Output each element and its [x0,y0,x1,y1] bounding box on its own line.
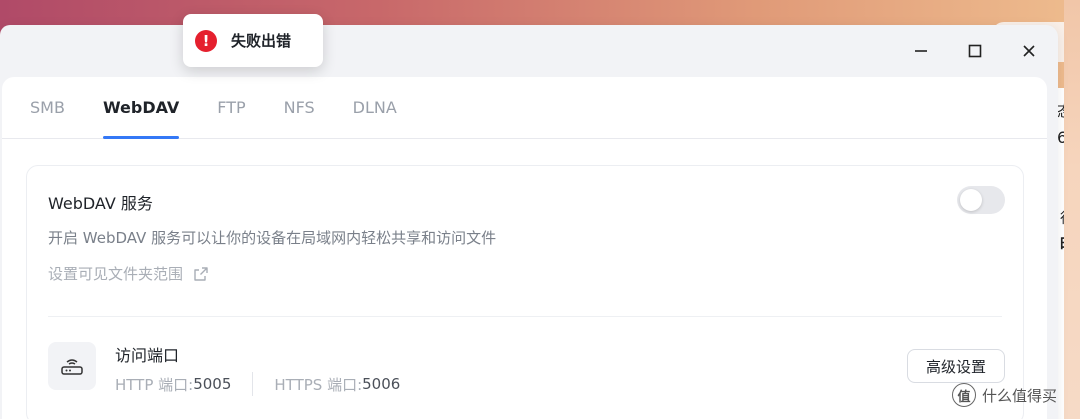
maximize-icon [968,44,982,58]
tab-webdav[interactable]: WebDAV [102,77,180,139]
port-title: 访问端口 [115,346,180,365]
https-port-label: HTTPS 端口: [274,375,363,394]
error-toast: ! 失败出错 [183,14,323,67]
service-toggle[interactable] [957,186,1005,214]
port-separator [252,372,254,396]
https-port-value: 5006 [362,375,401,393]
tab-dlna[interactable]: DLNA [353,77,397,138]
file-service-window: SMB WebDAV FTP NFS DLNA WebDAV 服务 开启 Web… [0,25,1058,419]
webdav-service-card: WebDAV 服务 开启 WebDAV 服务可以让你的设备在局域网内轻松共享和访… [26,165,1024,419]
folder-scope-label: 设置可见文件夹范围 [48,265,184,283]
http-port-label: HTTP 端口: [115,375,194,394]
maximize-button[interactable] [960,39,990,63]
protocol-tabs: SMB WebDAV FTP NFS DLNA [2,77,1047,139]
close-button[interactable] [1014,39,1044,63]
tab-nfs[interactable]: NFS [284,77,315,138]
watermark: 值 什么值得买 [952,383,1057,407]
error-icon: ! [195,29,217,52]
port-info: HTTP 端口: 5005 HTTPS 端口: 5006 [115,372,400,396]
tab-ftp[interactable]: FTP [217,77,245,138]
advanced-settings-button[interactable]: 高级设置 [907,349,1005,383]
folder-scope-link[interactable]: 设置可见文件夹范围 [48,263,209,284]
service-title: WebDAV 服务 [48,194,153,213]
watermark-logo: 值 [952,383,976,407]
minimize-icon [915,50,927,52]
router-icon [48,342,96,390]
toast-message: 失败出错 [231,32,292,50]
window-controls [906,39,1044,63]
card-divider [48,316,1002,317]
http-port-value: 5005 [193,375,232,393]
toggle-knob [960,189,982,211]
watermark-text: 什么值得买 [982,386,1058,405]
background-stripe [1064,0,1080,419]
tab-smb[interactable]: SMB [30,77,65,138]
service-description: 开启 WebDAV 服务可以让你的设备在局域网内轻松共享和访问文件 [48,229,497,247]
settings-panel: SMB WebDAV FTP NFS DLNA WebDAV 服务 开启 Web… [2,77,1047,419]
close-icon [1023,45,1035,57]
minimize-button[interactable] [906,39,936,63]
external-link-icon [194,266,208,281]
